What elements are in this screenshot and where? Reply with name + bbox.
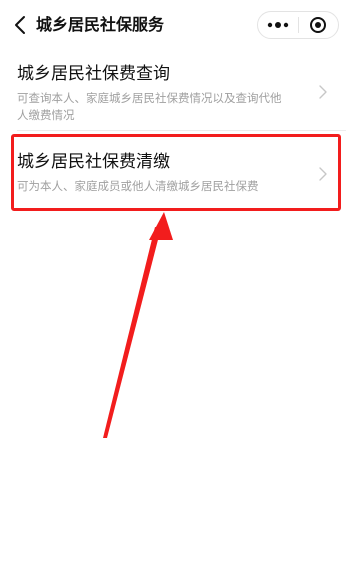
more-button[interactable] [258,12,298,38]
chevron-right-icon [319,85,327,99]
page-title: 城乡居民社保服务 [36,15,165,34]
mini-program-capsule [257,11,339,39]
more-dots-icon [267,22,288,28]
divider [17,130,346,131]
close-button[interactable] [298,12,338,38]
target-circle-icon [310,17,327,33]
item-title: 城乡居民社保费查询 [17,64,170,84]
arrow-shaft [103,227,161,438]
arrow-head [149,212,173,240]
item-description-line: 可查询本人、家庭城乡居民社保费情况以及查询代他 [17,91,282,105]
navigation-bar: 城乡居民社保服务 [0,0,346,50]
back-button[interactable] [8,13,32,37]
item-description: 可查询本人、家庭城乡居民社保费情况以及查询代他 人缴费情况 [17,90,306,124]
list-item-query[interactable]: 城乡居民社保费查询 可查询本人、家庭城乡居民社保费情况以及查询代他 人缴费情况 [0,62,346,124]
item-description-line: 人缴费情况 [17,108,75,122]
chevron-left-icon [15,16,25,34]
highlight-box [11,134,341,211]
